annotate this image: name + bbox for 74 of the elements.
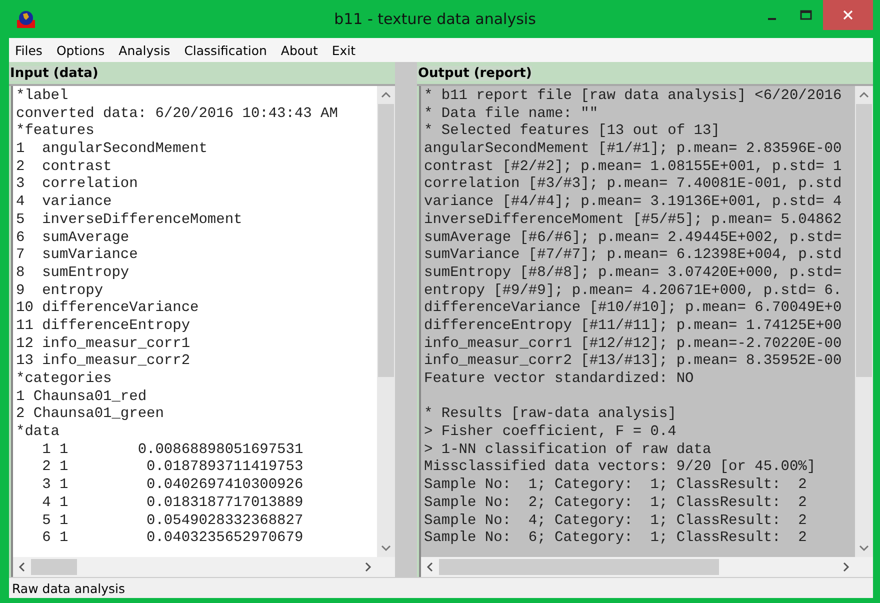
text-line: 1 Chaunsa01_red [16,388,148,406]
text-line: 10 differenceVariance [16,300,200,318]
text-line: > Fisher coefficient, F = 0.4 [424,424,678,442]
text-line: 2 contrast [16,158,113,176]
text-line: Sample No: 6; Category: 1; ClassResult: 2 [424,530,808,548]
text-line: 2 Chaunsa01_green [16,406,165,424]
text-line: * Results [raw-data analysis] [424,406,678,424]
text-line: 3 correlation [16,176,139,194]
text-line: 7 sumVariance [16,247,139,265]
scrollbar-thumb[interactable] [439,559,720,575]
text-line: converted data: 6/20/2016 10:43:43 AM [16,106,339,124]
text-line: * b11 report file [raw data analysis] <6/20/2016 [424,88,843,106]
input-text-area[interactable] [11,86,395,577]
text-line: Missclassified data vectors: 9/20 [or 45.00%] [424,459,817,478]
status-text: Raw data analysis [12,580,126,596]
text-line: 5 1 0.0549028332368827 [41,512,304,530]
text-line: *categories [16,371,113,389]
text-line: correlation [#3/#3]; p.mean= 7.40081E-001, p.std [424,176,843,194]
text-line: > 1-NN classification of raw data [424,442,712,460]
text-line: 12 info_measur_corr1 [16,336,192,354]
text-line: 5 inverseDifferenceMoment [16,212,244,230]
text-line: info_measur_corr1 [#12/#12]; p.mean=-2.70220E-00 [424,336,843,354]
text-line: 4 variance [16,194,113,212]
text-line: 13 info_measur_corr2 [16,353,192,371]
menu-item[interactable]: Exit [332,42,356,58]
close-icon [843,10,853,20]
text-line: 6 1 0.0403235652970679 [41,530,304,548]
text-line: differenceEntropy [#11/#11]; p.mean= 1.74125E+00 [424,318,843,336]
menu-item[interactable]: Files [15,42,42,58]
vertical-scrollbar[interactable] [855,86,873,557]
text-line: 1 angularSecondMement [16,141,208,159]
window-title: b11 - texture data analysis [333,10,537,28]
text-line: info_measur_corr2 [#13/#13]; p.mean= 8.35952E-00 [424,353,843,371]
text-line: * Data file name: "" [424,106,600,124]
vertical-scrollbar[interactable] [377,86,395,557]
scrollbar-thumb[interactable] [378,104,394,378]
text-line: *features [16,123,96,142]
text-line: variance [#4/#4]; p.mean= 3.19136E+001, p.std= 4 [424,194,843,212]
text-line: inverseDifferenceMoment [#5/#5]; p.mean= 5.04862 [424,212,843,230]
text-line: 2 1 0.0187893711419753 [41,459,304,478]
close-button[interactable] [823,0,873,30]
pane-title: Input (data) [9,66,98,80]
scrollbar-thumb[interactable] [31,559,77,575]
text-line: 8 sumEntropy [16,264,130,283]
menu-item[interactable]: About [280,42,318,58]
menu-item[interactable]: Options [56,42,105,58]
globe-icon [17,10,35,28]
text-line: sumEntropy [#8/#8]; p.mean= 3.07420E+000, p.std= [424,264,843,283]
minimize-icon [768,18,776,20]
menu-item[interactable]: Classification [184,42,267,58]
text-line: 4 1 0.0183187717013889 [41,494,304,512]
text-line: 9 entropy [16,282,104,300]
text-line: 3 1 0.0402697410300926 [41,477,304,495]
text-line: sumAverage [#6/#6]; p.mean= 2.49445E+002, p.std= [424,230,843,248]
scrollbar-thumb[interactable] [856,104,872,378]
text-line: contrast [#2/#2]; p.mean= 1.08155E+001, p.std= 1 [424,158,843,176]
text-line: 11 differenceEntropy [16,318,192,336]
text-line: entropy [#9/#9]; p.mean= 4.20671E+000, p.std= 6. [424,282,843,300]
text-line: 1 1 0.00868898051697531 [41,442,304,460]
text-line: Sample No: 4; Category: 1; ClassResult: 2 [424,512,808,530]
pane-title: Output (report) [417,66,532,80]
text-line: 6 sumAverage [16,230,130,248]
text-line: Sample No: 2; Category: 1; ClassResult: 2 [424,494,808,512]
text-line: *label [16,88,70,106]
text-line: sumVariance [#7/#7]; p.mean= 6.12398E+004, p.std [424,247,843,265]
menu-item[interactable]: Analysis [118,42,170,58]
maximize-icon [800,10,812,20]
text-line: * Selected features [13 out of 13] [424,123,721,142]
text-line: angularSecondMement [#1/#1]; p.mean= 2.83596E-00 [424,141,843,159]
text-line: Feature vector standardized: NO [424,371,695,389]
text-line: *data [16,424,61,442]
text-line: differenceVariance [#10/#10]; p.mean= 6.70049E+0 [424,300,843,318]
output-text-area[interactable] [419,86,873,577]
text-line: Sample No: 1; Category: 1; ClassResult: 2 [424,477,808,495]
